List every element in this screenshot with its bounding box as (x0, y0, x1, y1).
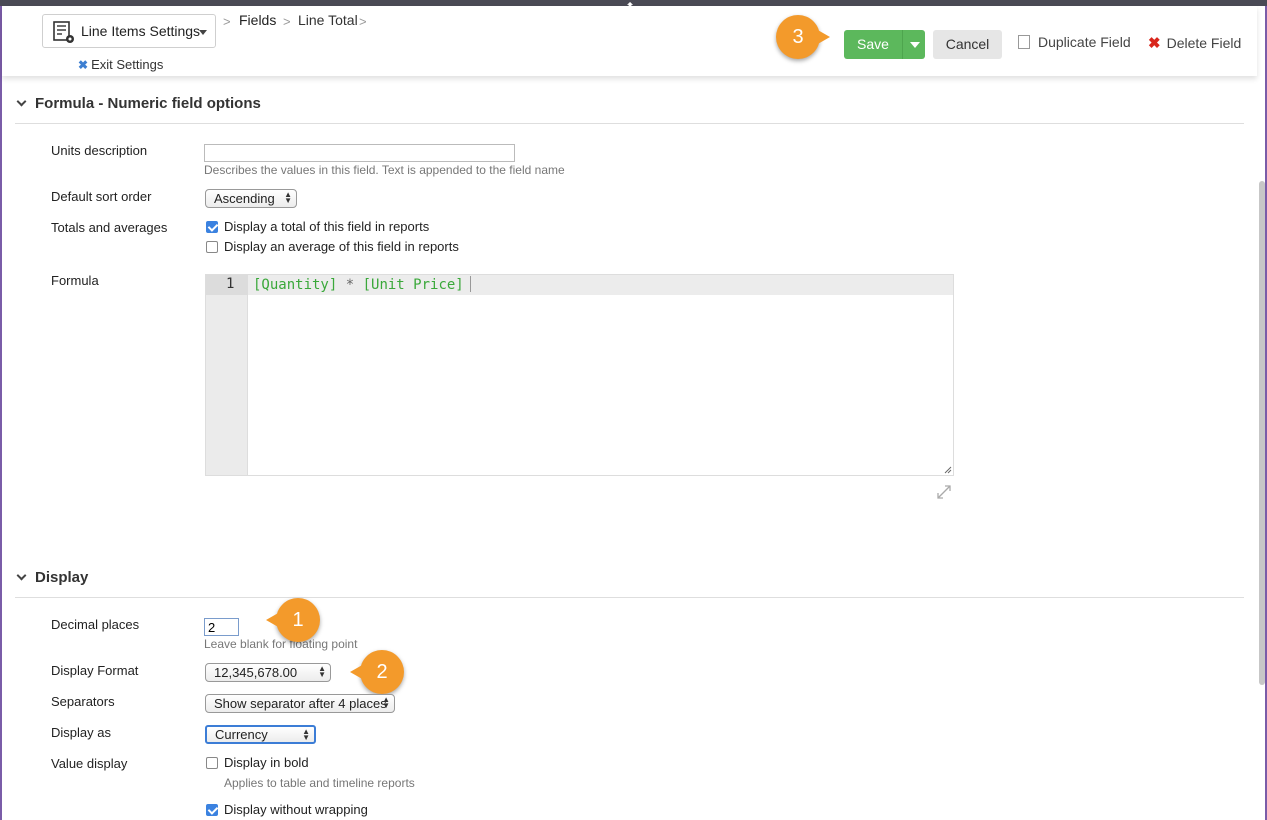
settings-header: Line Items Settings > Fields > Line Tota… (2, 6, 1257, 76)
chevron-down-icon (199, 30, 207, 35)
display-format-select[interactable]: 12,345,678.00 ▲ ▼ (205, 663, 331, 682)
totals-averages-label: Totals and averages (51, 220, 168, 235)
text-cursor (469, 276, 471, 292)
save-options-button[interactable] (902, 30, 925, 59)
formula-token-field: [Unit Price] (362, 277, 464, 293)
divider (15, 597, 1244, 598)
formula-token-field: [Quantity] (253, 277, 338, 293)
units-description-label: Units description (51, 143, 148, 158)
settings-dropdown[interactable]: Line Items Settings (42, 14, 216, 48)
delete-field-label: Delete Field (1166, 35, 1242, 51)
value-display-label: Value display (51, 756, 128, 771)
breadcrumb-separator: > (283, 14, 291, 29)
units-description-input[interactable] (204, 144, 515, 162)
callout-badge-1: 1 (266, 598, 320, 642)
display-bold-label: Display in bold (224, 755, 309, 770)
breadcrumb-fields[interactable]: Fields (239, 12, 276, 28)
section-title: Formula - Numeric field options (35, 95, 261, 112)
display-format-value: 12,345,678.00 (214, 665, 298, 680)
callout-number: 3 (792, 26, 804, 48)
line-number: 1 (226, 276, 235, 292)
section-formula-header[interactable]: Formula - Numeric field options (16, 95, 261, 112)
callout-badge-3: 3 (776, 15, 830, 59)
display-bold-hint: Applies to table and timeline reports (224, 776, 415, 790)
select-arrows-icon: ▲ ▼ (318, 664, 326, 679)
separators-value: Show separator after 4 places (214, 696, 387, 711)
formula-code[interactable]: [Quantity] * [Unit Price] (253, 276, 471, 293)
formula-editor[interactable]: 1 [Quantity] * [Unit Price] (205, 274, 954, 476)
formula-token-operator: * (337, 277, 363, 293)
divider (15, 123, 1244, 124)
display-total-label: Display a total of this field in reports (224, 219, 430, 234)
units-description-hint: Describes the values in this field. Text… (204, 163, 565, 177)
display-as-select[interactable]: Currency ▲ ▼ (205, 725, 316, 744)
select-arrows-icon: ▲ ▼ (382, 695, 390, 710)
chevron-down-icon (16, 96, 27, 107)
default-sort-order-label: Default sort order (51, 189, 152, 204)
callout-number: 1 (292, 609, 304, 631)
display-format-label: Display Format (51, 663, 139, 678)
resize-grip-icon[interactable] (944, 466, 952, 474)
callout-number: 2 (376, 661, 388, 683)
editor-gutter (206, 275, 248, 475)
sort-order-value: Ascending (214, 191, 275, 206)
breadcrumb-separator: > (359, 14, 367, 29)
duplicate-field-button[interactable]: Duplicate Field (1018, 34, 1131, 50)
section-title: Display (35, 569, 89, 586)
display-average-label: Display an average of this field in repo… (224, 239, 459, 254)
close-icon: ✖ (78, 58, 89, 72)
display-nowrap-label: Display without wrapping (224, 802, 368, 817)
page-scrollbar[interactable] (1259, 181, 1265, 685)
exit-settings-link[interactable]: ✖ Exit Settings (78, 57, 163, 72)
duplicate-icon (1018, 35, 1030, 49)
select-arrows-icon: ▲ ▼ (302, 727, 310, 742)
delete-icon: ✖ (1148, 35, 1161, 52)
exit-settings-label: Exit Settings (91, 57, 164, 72)
separators-select[interactable]: Show separator after 4 places ▲ ▼ (205, 694, 395, 713)
save-button[interactable]: Save (844, 30, 902, 59)
display-bold-checkbox[interactable] (206, 757, 218, 769)
select-arrows-icon: ▲ ▼ (284, 190, 292, 205)
settings-list-icon (53, 21, 74, 43)
settings-dropdown-label: Line Items Settings (81, 23, 201, 39)
callout-badge-2: 2 (350, 650, 404, 694)
display-as-label: Display as (51, 725, 111, 740)
duplicate-field-label: Duplicate Field (1038, 34, 1131, 50)
separators-label: Separators (51, 694, 115, 709)
display-nowrap-checkbox[interactable] (206, 804, 218, 816)
cancel-button[interactable]: Cancel (933, 30, 1002, 59)
breadcrumb-line-total[interactable]: Line Total (298, 12, 358, 28)
delete-field-button[interactable]: ✖ Delete Field (1148, 34, 1241, 52)
decimal-places-input[interactable] (204, 618, 239, 636)
display-as-value: Currency (215, 727, 268, 742)
section-display-header[interactable]: Display (16, 569, 89, 586)
chevron-down-icon (16, 570, 27, 581)
formula-label: Formula (51, 273, 99, 288)
breadcrumb-separator: > (223, 14, 231, 29)
window-border-left (0, 0, 2, 820)
decimal-places-label: Decimal places (51, 617, 140, 632)
decimal-places-hint: Leave blank for floating point (204, 637, 358, 651)
sort-order-select[interactable]: Ascending ▲ ▼ (205, 189, 297, 208)
expand-icon[interactable] (936, 484, 952, 500)
display-total-checkbox[interactable] (206, 221, 218, 233)
chevron-down-icon (910, 42, 920, 48)
display-average-checkbox[interactable] (206, 241, 218, 253)
